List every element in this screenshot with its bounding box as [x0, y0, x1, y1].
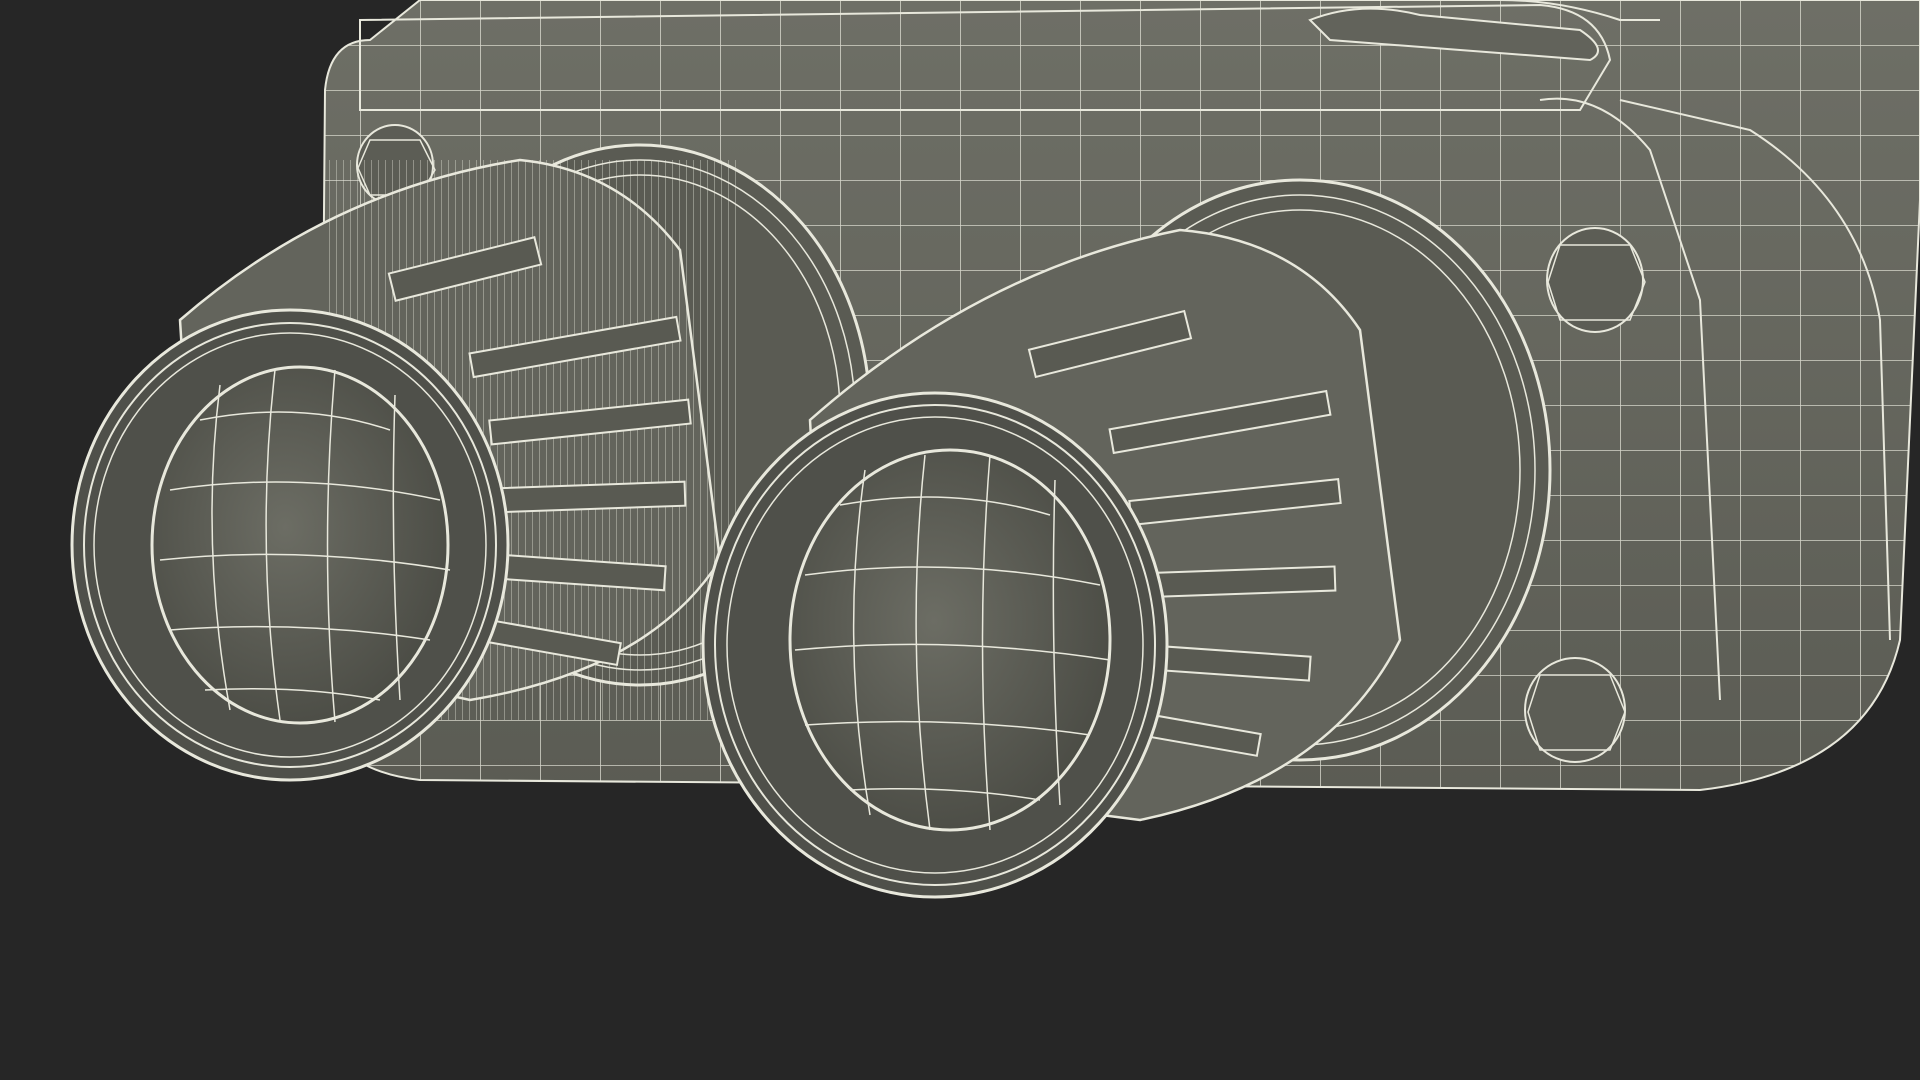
lens-left — [150, 365, 450, 725]
lens-right — [788, 448, 1112, 832]
screw-right-lower — [1524, 657, 1626, 763]
render-viewport — [0, 0, 1920, 1080]
screw-right-upper — [1546, 227, 1646, 333]
wireframe-binoculars-render — [70, 0, 1920, 899]
